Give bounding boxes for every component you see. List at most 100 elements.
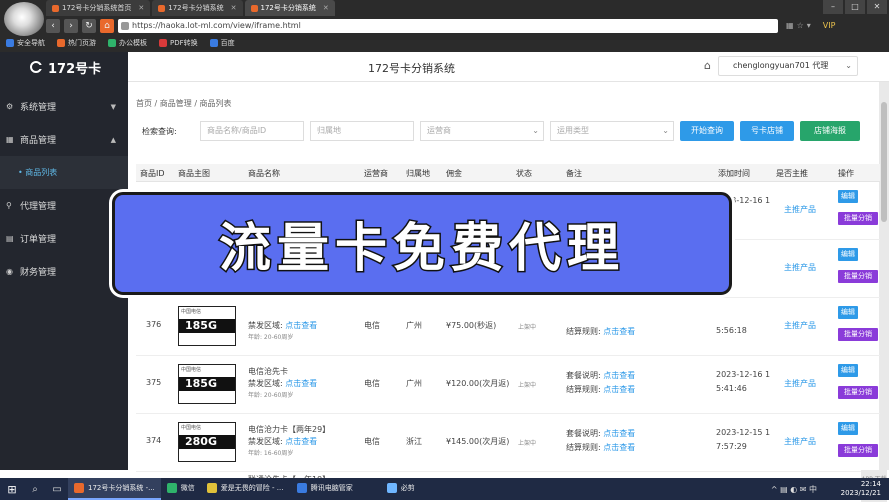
- taskbar-item[interactable]: 腾讯电脑管家: [291, 478, 381, 500]
- edit-button[interactable]: 编辑: [838, 248, 858, 261]
- cell-note-package[interactable]: 套餐说明: 点击查看: [566, 428, 635, 439]
- cell-operator: 电信: [364, 379, 380, 388]
- cell-commission: ¥145.00(次月返): [446, 437, 510, 446]
- view-link[interactable]: 点击查看: [603, 443, 635, 452]
- wechat-icon: [166, 483, 177, 493]
- clock[interactable]: 22:14 2023/12/21: [841, 480, 881, 498]
- taskbar-item[interactable]: 172号卡分销系统 -...: [68, 478, 161, 500]
- view-link[interactable]: 点击查看: [603, 327, 635, 336]
- close-icon[interactable]: ✕: [231, 0, 237, 16]
- back-icon[interactable]: ‹: [46, 18, 60, 33]
- shop-button[interactable]: 号卡店铺: [740, 121, 794, 141]
- scrollbar[interactable]: [879, 82, 889, 470]
- batch-distribute-button[interactable]: 批量分销: [838, 270, 878, 283]
- close-icon[interactable]: ✕: [323, 0, 329, 16]
- view-link[interactable]: 点击查看: [603, 385, 635, 394]
- user-menu[interactable]: chenglongyuan701 代理 ⌄: [718, 56, 858, 76]
- batch-distribute-button[interactable]: 批量分销: [838, 328, 878, 341]
- bookmark-item[interactable]: 安全导航: [6, 38, 45, 48]
- view-link[interactable]: 点击查看: [285, 379, 317, 388]
- refresh-icon[interactable]: ↻: [82, 18, 96, 33]
- edit-button[interactable]: 编辑: [838, 422, 858, 435]
- bookmark-item[interactable]: 热门页游: [57, 38, 96, 48]
- vip-badge[interactable]: VIP: [823, 21, 836, 30]
- browser-tab-active[interactable]: 172号卡分销系统 ✕: [244, 0, 335, 16]
- product-thumbnail[interactable]: 中国电信 185G: [178, 306, 236, 346]
- cell-restriction[interactable]: 禁发区域: 点击查看: [248, 378, 317, 389]
- product-name-input[interactable]: 商品名称/商品ID: [200, 121, 304, 141]
- operator-select[interactable]: 运营商 ⌄: [420, 121, 544, 141]
- view-link[interactable]: 点击查看: [603, 371, 635, 380]
- bookmark-icon: [209, 39, 218, 47]
- cell-note-package[interactable]: 套餐说明: 点击查看: [566, 370, 635, 381]
- url-bar[interactable]: https://haoka.lot-ml.com/view/iframe.htm…: [118, 18, 778, 33]
- taskbar-item[interactable]: 爱是无畏的冒险 - ...: [201, 478, 291, 500]
- cell-note-settlement[interactable]: 结算规则: 点击查看: [566, 442, 635, 453]
- cell-id: 374: [146, 436, 162, 445]
- shield-icon: [296, 483, 307, 493]
- top-bar: 172号卡分销系统 ⌂ chenglongyuan701 代理 ⌄: [128, 52, 889, 82]
- brand[interactable]: 172号卡: [0, 52, 128, 82]
- column-header: 添加时间: [718, 169, 750, 178]
- home-icon[interactable]: ⌂: [100, 18, 114, 33]
- scrollbar-thumb[interactable]: [881, 102, 887, 222]
- close-icon[interactable]: ✕: [138, 0, 144, 16]
- sidebar-item-product-list[interactable]: • 商品列表: [0, 156, 128, 189]
- cell-featured: 主推产品: [784, 263, 816, 272]
- sidebar-item-products[interactable]: ▦ 商品管理 ▲: [0, 123, 128, 156]
- cell-note-settlement[interactable]: 结算规则: 点击查看: [566, 326, 635, 337]
- url-actions: ▦ ☆ ▾: [786, 21, 811, 30]
- type-select[interactable]: 运用类型 ⌄: [550, 121, 674, 141]
- batch-distribute-button[interactable]: 批量分销: [838, 386, 878, 399]
- taskbar-item[interactable]: 微信: [161, 478, 201, 500]
- star-icon[interactable]: ☆: [797, 21, 804, 30]
- batch-distribute-button[interactable]: 批量分销: [838, 444, 878, 457]
- sidebar-item-label: 订单管理: [20, 235, 57, 245]
- grid-icon[interactable]: ▦: [786, 21, 794, 30]
- browser-logo-icon[interactable]: [4, 2, 44, 36]
- product-thumbnail[interactable]: 中国电信 280G: [178, 422, 236, 462]
- cell-name[interactable]: 电信沧力卡【两年29】: [248, 424, 330, 435]
- bookmark-item[interactable]: PDF转换: [159, 38, 198, 48]
- edit-button[interactable]: 编辑: [838, 306, 858, 319]
- poster-button[interactable]: 店铺海报: [800, 121, 860, 141]
- cell-name[interactable]: 电信沧先卡: [248, 366, 288, 377]
- task-view-icon[interactable]: ▭: [46, 478, 68, 500]
- column-header: 佣金: [446, 169, 462, 178]
- close-window-icon[interactable]: ✕: [867, 0, 887, 14]
- windows-start-icon[interactable]: ⊞: [0, 478, 24, 500]
- minimize-icon[interactable]: –: [823, 0, 843, 14]
- forward-icon[interactable]: ›: [64, 18, 78, 33]
- cell-restriction[interactable]: 禁发区域: 点击查看: [248, 436, 317, 447]
- bookmark-item[interactable]: 办公模板: [108, 38, 147, 48]
- region-input[interactable]: 归属地: [310, 121, 414, 141]
- chevron-down-icon[interactable]: ▾: [807, 21, 811, 30]
- product-thumbnail[interactable]: 中国电信 185G: [178, 364, 236, 404]
- tab-label: 172号卡分销系统首页: [62, 4, 132, 12]
- home-icon[interactable]: ⌂: [704, 59, 711, 72]
- gear-icon: ⚙: [6, 102, 14, 111]
- sidebar-item-system[interactable]: ⚙ 系统管理 ▼: [0, 90, 128, 123]
- bookmark-item[interactable]: 百度: [209, 38, 235, 48]
- cell-note-settlement[interactable]: 结算规则: 点击查看: [566, 384, 635, 395]
- system-tray[interactable]: ^ ▤ ◐ ✉ 中: [771, 484, 817, 495]
- browser-tab[interactable]: 172号卡分销系统 ✕: [152, 0, 243, 16]
- query-button[interactable]: 开始查询: [680, 121, 734, 141]
- bookmark-label: PDF转换: [170, 39, 198, 47]
- edit-button[interactable]: 编辑: [838, 364, 858, 377]
- view-link[interactable]: 点击查看: [285, 437, 317, 446]
- taskbar-item[interactable]: 必剪: [381, 478, 421, 500]
- view-link[interactable]: 点击查看: [285, 321, 317, 330]
- cell-restriction[interactable]: 禁发区域: 点击查看: [248, 320, 317, 331]
- browser-tab[interactable]: 172号卡分销系统首页 ✕: [46, 0, 151, 16]
- batch-distribute-button[interactable]: 批量分销: [838, 212, 878, 225]
- maximize-icon[interactable]: □: [845, 0, 865, 14]
- column-header: 运营商: [364, 169, 388, 178]
- search-icon[interactable]: ⌕: [24, 478, 46, 500]
- clock-time: 22:14: [860, 480, 881, 488]
- view-link[interactable]: 点击查看: [603, 429, 635, 438]
- bookmark-icon: [159, 39, 167, 47]
- bookmark-icon: [57, 39, 65, 47]
- column-header: 归属地: [406, 169, 430, 178]
- edit-button[interactable]: 编辑: [838, 190, 858, 203]
